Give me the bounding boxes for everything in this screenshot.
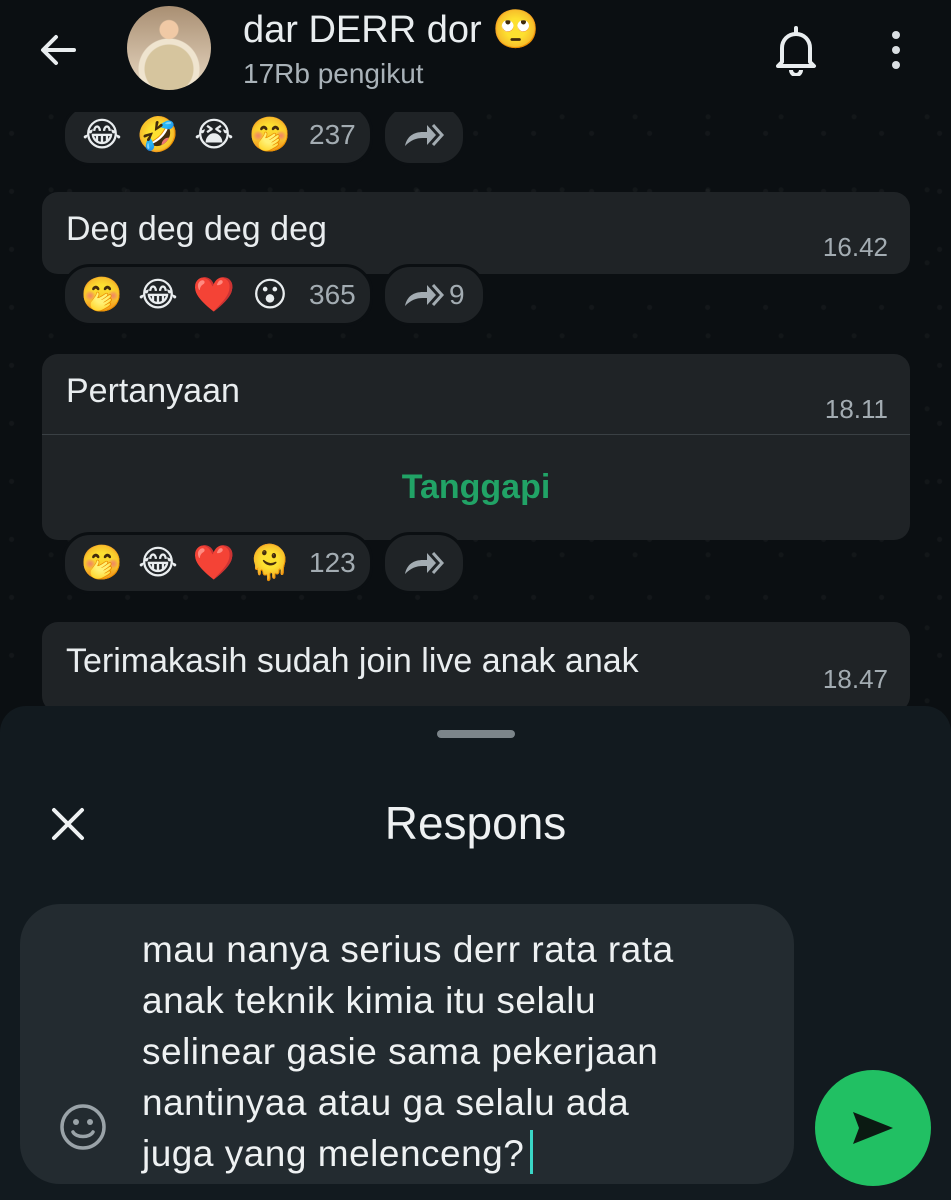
forward-icon <box>405 283 445 307</box>
reaction-count: 123 <box>309 547 356 578</box>
response-text[interactable]: mau nanya serius derr rata rata anak tek… <box>142 924 772 1179</box>
forward-icon <box>405 123 445 147</box>
message-time: 18.47 <box>822 664 888 694</box>
reaction-count: 237 <box>309 119 356 150</box>
text-caret <box>530 1130 534 1174</box>
send-icon <box>853 1112 893 1144</box>
reaction-emoji: 🤣 <box>136 116 180 154</box>
reaction-emoji: 😮 <box>252 276 288 314</box>
reaction-emoji: ❤️ <box>192 544 236 582</box>
divider <box>42 434 910 435</box>
drag-handle[interactable] <box>437 730 515 738</box>
message-time: 18.11 <box>824 394 888 424</box>
reaction-emoji: 🤭 <box>80 544 124 582</box>
forward-button[interactable] <box>382 532 466 594</box>
message-time: 16.42 <box>822 232 888 262</box>
channel-avatar[interactable] <box>127 6 211 90</box>
message-bubble[interactable]: Terimakasih sudah join live anak anak 18… <box>42 622 910 712</box>
message-text: Deg deg deg deg <box>66 210 327 248</box>
reaction-emoji: 😭 <box>194 116 234 154</box>
forward-button[interactable]: 9 <box>382 264 486 326</box>
reaction-emoji: 🤭 <box>80 276 124 314</box>
question-bubble[interactable]: Pertanyaan 18.11 Tanggapi <box>42 354 910 540</box>
channel-name[interactable]: dar DERR dor 🙄 <box>243 8 540 52</box>
response-sheet: Respons mau nanya serius derr rata rata … <box>0 706 951 1200</box>
reaction-emoji: 😂 <box>82 116 122 154</box>
forward-count: 9 <box>449 279 465 310</box>
reaction-emoji: 🤭 <box>248 116 292 154</box>
forward-button[interactable] <box>382 104 466 166</box>
reaction-emoji: 🫠 <box>248 544 292 582</box>
reaction-emoji: ❤️ <box>192 276 236 314</box>
arrow-left-icon[interactable] <box>36 28 80 72</box>
bell-icon[interactable] <box>772 24 820 77</box>
message-text: Pertanyaan <box>66 372 240 410</box>
reaction-bar[interactable]: 🤭 😂 ❤️ 🫠 123 <box>62 532 373 594</box>
reaction-emoji: 😂 <box>138 544 178 582</box>
message-bubble[interactable]: Deg deg deg deg 16.42 <box>42 192 910 274</box>
sheet-title: Respons <box>384 797 567 849</box>
reaction-emoji: 😂 <box>138 276 178 314</box>
forward-icon <box>405 551 445 575</box>
reaction-bar[interactable]: 😂 🤣 😭 🤭 237 <box>62 104 373 166</box>
reaction-bar[interactable]: 🤭 😂 ❤️ 😮 365 <box>62 264 373 326</box>
response-value: mau nanya serius derr rata rata anak tek… <box>142 929 674 1174</box>
channel-header: dar DERR dor 🙄 17Rb pengikut <box>0 0 951 112</box>
smiley-icon[interactable] <box>58 1102 108 1152</box>
response-input[interactable]: mau nanya serius derr rata rata anak tek… <box>20 904 794 1184</box>
reaction-count: 365 <box>309 279 356 310</box>
follower-count: 17Rb pengikut <box>243 58 424 89</box>
message-text: Terimakasih sudah join live anak anak <box>66 642 639 680</box>
more-vertical-icon[interactable] <box>884 26 908 74</box>
respond-button[interactable]: Tanggapi <box>42 468 910 507</box>
send-button[interactable] <box>815 1070 931 1186</box>
